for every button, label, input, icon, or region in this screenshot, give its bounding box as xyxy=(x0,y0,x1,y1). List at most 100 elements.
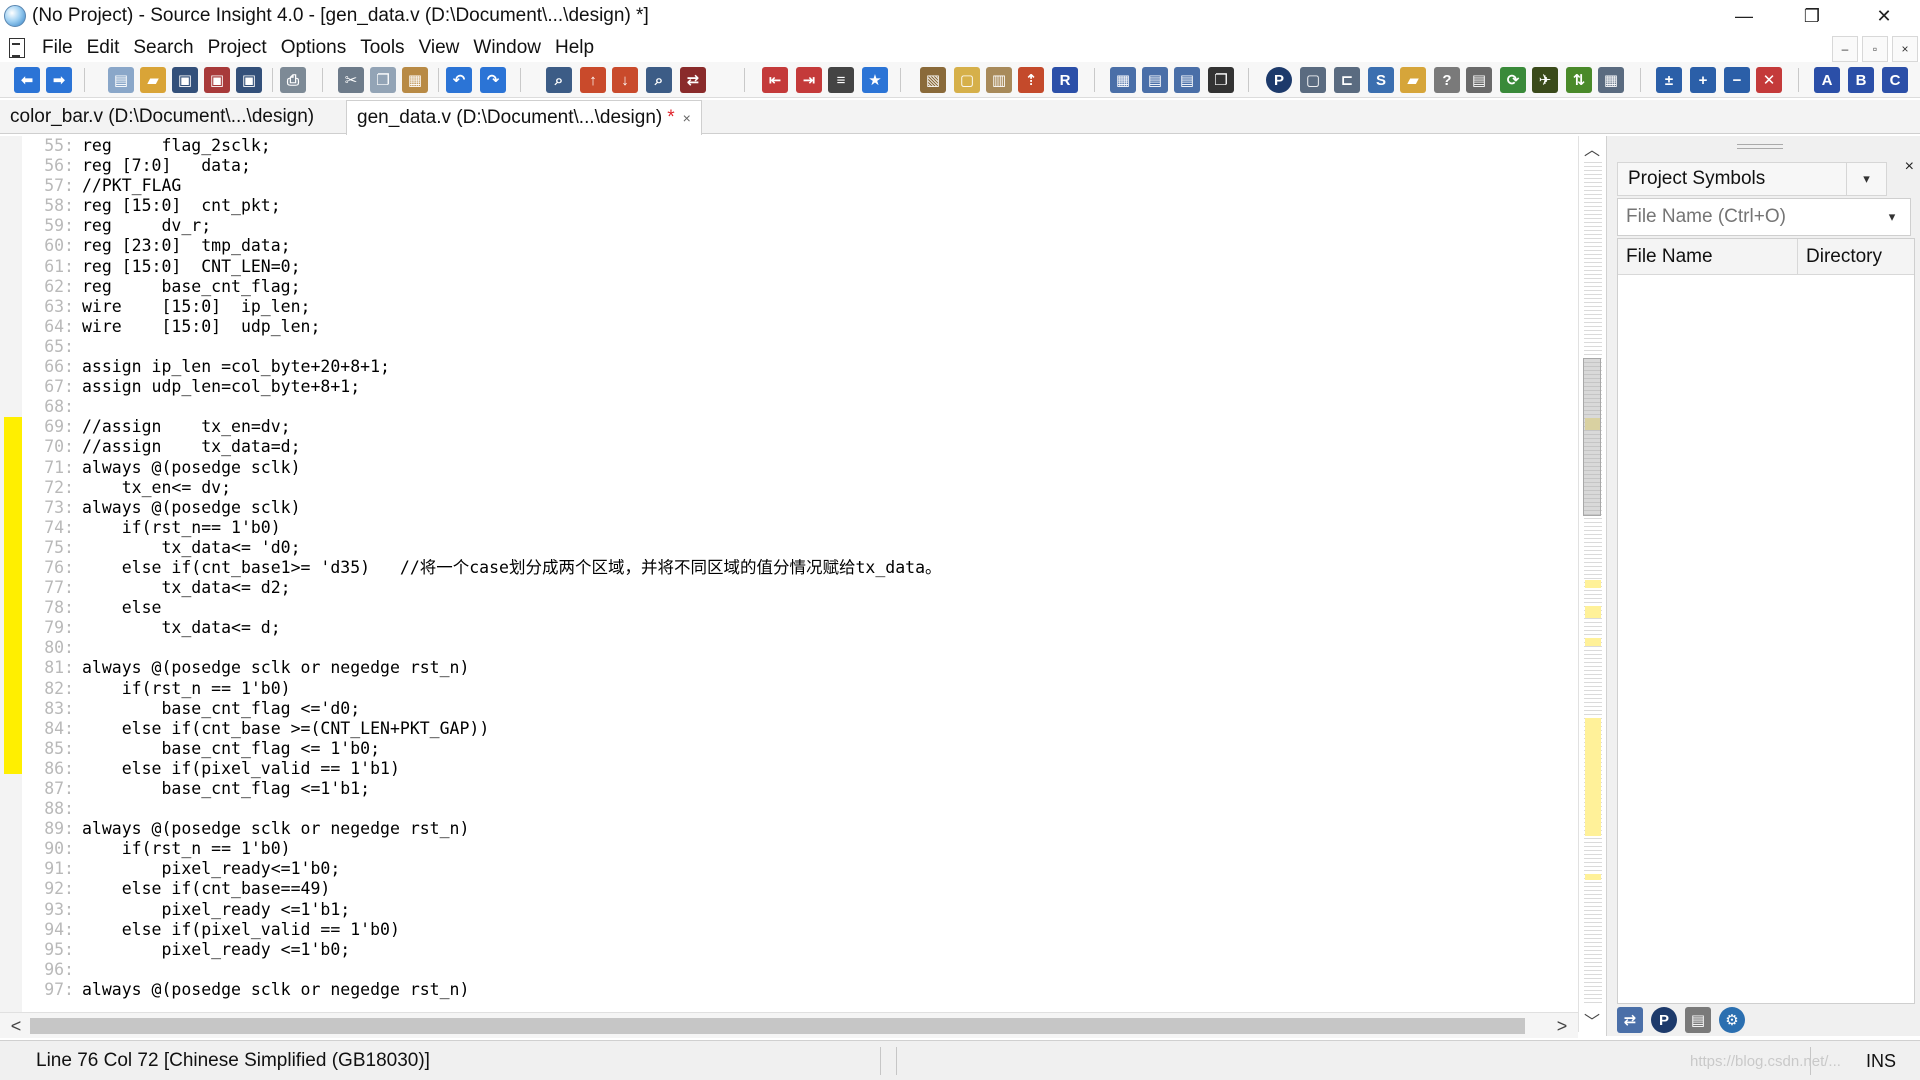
mdi-minimize-button[interactable]: – xyxy=(1832,36,1858,62)
code-line[interactable]: 83: base_cnt_flag <='d0; xyxy=(22,699,1572,719)
code-line[interactable]: 59: reg dv_r; xyxy=(22,216,1572,236)
mdi-restore-button[interactable]: ▫ xyxy=(1862,36,1888,62)
menu-file[interactable]: File xyxy=(35,34,80,62)
bird-icon[interactable]: ✈ xyxy=(1532,67,1558,93)
code-editor[interactable]: 55: reg flag_2sclk; 56: reg [7:0] data; 57: /… xyxy=(0,136,1580,1012)
panel-grip[interactable] xyxy=(1737,144,1783,149)
code-line[interactable]: 94: else if(pixel_valid == 1'b0) xyxy=(22,920,1572,940)
code-line[interactable]: 79: tx_data<= d; xyxy=(22,618,1572,638)
copy-icon[interactable]: ❐ xyxy=(370,67,396,93)
forward-arrow-icon[interactable]: ➡ xyxy=(46,67,72,93)
code-line[interactable]: 85: base_cnt_flag <= 1'b0; xyxy=(22,739,1572,759)
open-folder-icon[interactable]: ▰ xyxy=(140,67,166,93)
jump-down-icon[interactable]: ↓ xyxy=(612,67,638,93)
tab-color-bar[interactable]: color_bar.v (D:\Document\...\design) xyxy=(0,100,324,134)
code-line[interactable]: 64: wire [15:0] udp_len; xyxy=(22,317,1572,337)
project-icon[interactable]: P xyxy=(1651,1007,1677,1033)
code-line[interactable]: 71: always @(posedge sclk) xyxy=(22,458,1572,478)
remove-line-icon[interactable]: − xyxy=(1724,67,1750,93)
code-line[interactable]: 76: else if(cnt_base1>= 'd35) //将一个case划… xyxy=(22,558,1572,578)
scroll-left-icon[interactable]: < xyxy=(4,1013,28,1039)
tab-gen-data[interactable]: gen_data.v (D:\Document\...\design) * × xyxy=(346,100,702,135)
menu-search[interactable]: Search xyxy=(126,34,200,62)
code-line[interactable]: 89: always @(posedge sclk or negedge rst_… xyxy=(22,819,1572,839)
paste-icon[interactable]: ▦ xyxy=(402,67,428,93)
jump-up-icon[interactable]: ↑ xyxy=(580,67,606,93)
book-icon[interactable]: ▥ xyxy=(986,67,1012,93)
menu-options[interactable]: Options xyxy=(274,34,353,62)
compare-icon[interactable]: ⇅ xyxy=(1566,67,1592,93)
increment-icon[interactable]: ± xyxy=(1656,67,1682,93)
new-file-icon[interactable]: ▤ xyxy=(108,67,134,93)
code-line[interactable]: 90: if(rst_n == 1'b0) xyxy=(22,839,1572,859)
close-button[interactable]: ✕ xyxy=(1856,0,1912,32)
code-line[interactable]: 69: //assign tx_en=dv; xyxy=(22,417,1572,437)
code-line[interactable]: 58: reg [15:0] cnt_pkt; xyxy=(22,196,1572,216)
code-line[interactable]: 86: else if(pixel_valid == 1'b1) xyxy=(22,759,1572,779)
previous-change-icon[interactable]: ⇤ xyxy=(762,67,788,93)
replace-icon[interactable]: ⇄ xyxy=(680,67,706,93)
symbol-window-icon[interactable]: ⊏ xyxy=(1334,67,1360,93)
scroll-thumb[interactable] xyxy=(1583,358,1601,516)
call-tree-icon[interactable]: ⇡ xyxy=(1018,67,1044,93)
code-line[interactable]: 91: pixel_ready<=1'b0; xyxy=(22,859,1572,879)
redo-icon[interactable]: ↷ xyxy=(480,67,506,93)
layout-tile-icon[interactable]: ▦ xyxy=(1110,67,1136,93)
file-list[interactable]: File Name Directory xyxy=(1617,238,1915,1004)
bookmark-c-icon[interactable]: C xyxy=(1882,67,1908,93)
snippet-icon[interactable]: S xyxy=(1368,67,1394,93)
vertical-scrollbar[interactable]: ︿ ﹀ xyxy=(1578,136,1604,1032)
code-line[interactable]: 56: reg [7:0] data; xyxy=(22,156,1572,176)
sync-files-icon[interactable]: ⇄ xyxy=(1617,1007,1643,1033)
scroll-down-icon[interactable]: ﹀ xyxy=(1579,1008,1605,1032)
code-line[interactable]: 66: assign ip_len =col_byte+20+8+1; xyxy=(22,357,1572,377)
mdi-close-button[interactable]: × xyxy=(1892,36,1918,62)
save-as-icon[interactable]: ▣ xyxy=(204,67,230,93)
code-line[interactable]: 77: tx_data<= d2; xyxy=(22,578,1572,598)
chevron-down-icon[interactable]: ▾ xyxy=(1846,163,1886,195)
code-line[interactable]: 88: xyxy=(22,799,1572,819)
indent-icon[interactable]: ≡ xyxy=(828,67,854,93)
panel-header[interactable]: Project Symbols ▾ xyxy=(1617,162,1887,196)
code-line[interactable]: 61: reg [15:0] CNT_LEN=0; xyxy=(22,257,1572,277)
code-line[interactable]: 97: always @(posedge sclk or negedge rst_… xyxy=(22,980,1572,1000)
cut-icon[interactable]: ✂ xyxy=(338,67,364,93)
column-file-name[interactable]: File Name xyxy=(1618,239,1798,275)
code-line[interactable]: 57: //PKT_FLAG xyxy=(22,176,1572,196)
code-line[interactable]: 92: else if(cnt_base==49) xyxy=(22,879,1572,899)
code-line[interactable]: 78: else xyxy=(22,598,1572,618)
menu-window[interactable]: Window xyxy=(466,34,548,62)
code-line[interactable]: 81: always @(posedge sclk or negedge rst_… xyxy=(22,658,1572,678)
search-files-icon[interactable]: ⌕ xyxy=(546,67,572,93)
code-line[interactable]: 65: xyxy=(22,337,1572,357)
file-name-search-input[interactable] xyxy=(1617,198,1911,236)
gear-icon[interactable]: ⚙ xyxy=(1719,1007,1745,1033)
code-line[interactable]: 73: always @(posedge sclk) xyxy=(22,498,1572,518)
layout-vertical-icon[interactable]: ▤ xyxy=(1174,67,1200,93)
code-line[interactable]: 63: wire [15:0] ip_len; xyxy=(22,297,1572,317)
delete-icon[interactable]: ✕ xyxy=(1756,67,1782,93)
bookmark-icon[interactable]: ★ xyxy=(862,67,888,93)
cascade-windows-icon[interactable]: ❐ xyxy=(1208,67,1234,93)
context-window-icon[interactable]: ▢ xyxy=(1300,67,1326,93)
code-line[interactable]: 60: reg [23:0] tmp_data; xyxy=(22,236,1572,256)
code-line[interactable]: 70: //assign tx_data=d; xyxy=(22,437,1572,457)
menu-help[interactable]: Help xyxy=(548,34,601,62)
menu-project[interactable]: Project xyxy=(201,34,274,62)
horizontal-scroll-thumb[interactable] xyxy=(30,1018,1525,1034)
code-line[interactable]: 96: xyxy=(22,960,1572,980)
panel-close-icon[interactable]: × xyxy=(1905,158,1914,176)
scroll-up-icon[interactable]: ︿ xyxy=(1579,136,1605,160)
find-icon[interactable]: ⌕ xyxy=(646,67,672,93)
back-arrow-icon[interactable]: ⬅ xyxy=(14,67,40,93)
code-line[interactable]: 67: assign udp_len=col_byte+8+1; xyxy=(22,377,1572,397)
code-line[interactable]: 68: xyxy=(22,397,1572,417)
code-line[interactable]: 84: else if(cnt_base >=(CNT_LEN+PKT_GAP)… xyxy=(22,719,1572,739)
scroll-right-icon[interactable]: > xyxy=(1550,1013,1574,1039)
remote-sync-icon[interactable]: ⟳ xyxy=(1500,67,1526,93)
symbol-info-icon[interactable]: ▢ xyxy=(954,67,980,93)
code-line[interactable]: 95: pixel_ready <=1'b0; xyxy=(22,940,1572,960)
lookup-references-icon[interactable]: ▧ xyxy=(920,67,946,93)
folder-browser-icon[interactable]: ▰ xyxy=(1400,67,1426,93)
code-line[interactable]: 93: pixel_ready <=1'b1; xyxy=(22,900,1572,920)
